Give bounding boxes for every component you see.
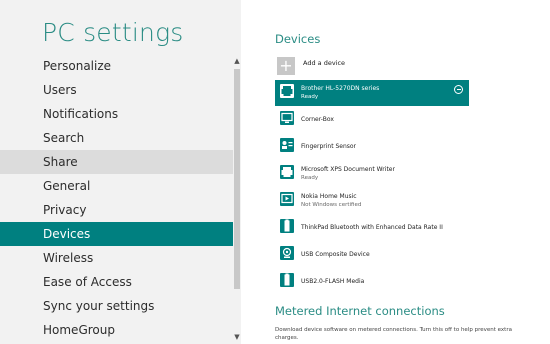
device-name: USB Composite Device <box>301 251 370 258</box>
monitor-icon <box>280 111 294 125</box>
nav-item-share[interactable]: Share <box>0 150 233 174</box>
right-panel: Devices + Add a device Brother HL-5270DN… <box>241 0 550 344</box>
device-item[interactable]: Microsoft XPS Document Writer Ready <box>275 161 469 187</box>
webcam-icon <box>280 246 294 260</box>
device-name: USB2.0-FLASH Media <box>301 278 365 285</box>
nav-item-privacy[interactable]: Privacy <box>0 198 233 222</box>
nav-item-devices[interactable]: Devices <box>0 222 233 246</box>
fingerprint-sensor-icon <box>280 138 294 152</box>
plus-icon: + <box>277 57 295 75</box>
device-item[interactable]: USB2.0-FLASH Media <box>275 269 469 295</box>
add-device-label: Add a device <box>303 59 346 67</box>
device-status: Ready <box>301 94 319 100</box>
nav-item-personalize[interactable]: Personalize <box>0 54 233 78</box>
usb-drive-icon <box>280 219 294 233</box>
scroll-down-arrow-icon[interactable]: ▼ <box>233 332 241 342</box>
scroll-up-arrow-icon[interactable]: ▲ <box>233 56 241 66</box>
nav-item-homegroup[interactable]: HomeGroup <box>0 318 233 342</box>
device-status: Not Windows certified <box>301 202 362 208</box>
page-title: PC settings <box>42 18 184 47</box>
remove-device-icon[interactable] <box>454 85 463 94</box>
device-name: Corner-Box <box>301 116 334 123</box>
nav-item-ease-of-access[interactable]: Ease of Access <box>0 270 233 294</box>
device-item[interactable]: Brother HL-5270DN series Ready <box>275 80 469 106</box>
scroll-thumb[interactable] <box>234 69 240 289</box>
nav-item-general[interactable]: General <box>0 174 233 198</box>
metered-section-title: Metered Internet connections <box>275 304 445 318</box>
nav-item-wireless[interactable]: Wireless <box>0 246 233 270</box>
device-name: Fingerprint Sensor <box>301 143 357 150</box>
device-list: Brother HL-5270DN series Ready Corner-Box F… <box>275 80 469 296</box>
device-name: Brother HL-5270DN series <box>301 85 380 92</box>
device-item[interactable]: USB Composite Device <box>275 242 469 268</box>
device-item[interactable]: Nokia Home Music Not Windows certified <box>275 188 469 214</box>
device-status: Ready <box>301 175 319 181</box>
nav-item-notifications[interactable]: Notifications <box>0 102 233 126</box>
device-name: Nokia Home Music <box>301 193 357 200</box>
device-item[interactable]: Corner-Box <box>275 107 469 133</box>
nav-item-sync-your-settings[interactable]: Sync your settings <box>0 294 233 318</box>
nav-item-users[interactable]: Users <box>0 78 233 102</box>
printer-icon <box>280 165 294 179</box>
media-player-icon <box>280 192 294 206</box>
devices-section-title: Devices <box>275 32 321 46</box>
printer-icon <box>280 84 294 98</box>
nav-scrollbar[interactable]: ▲ ▼ <box>233 54 241 344</box>
device-name: ThinkPad Bluetooth with Enhanced Data Ra… <box>301 224 443 231</box>
usb-drive-icon <box>280 273 294 287</box>
device-item[interactable]: ThinkPad Bluetooth with Enhanced Data Ra… <box>275 215 469 241</box>
device-name: Microsoft XPS Document Writer <box>301 166 395 173</box>
settings-nav: Personalize Users Notifications Search Share… <box>0 54 233 342</box>
device-item[interactable]: Fingerprint Sensor <box>275 134 469 160</box>
nav-item-search[interactable]: Search <box>0 126 233 150</box>
metered-description: Download device software on metered conn… <box>275 327 512 341</box>
left-panel: PC settings Personalize Users Notification… <box>0 0 241 344</box>
